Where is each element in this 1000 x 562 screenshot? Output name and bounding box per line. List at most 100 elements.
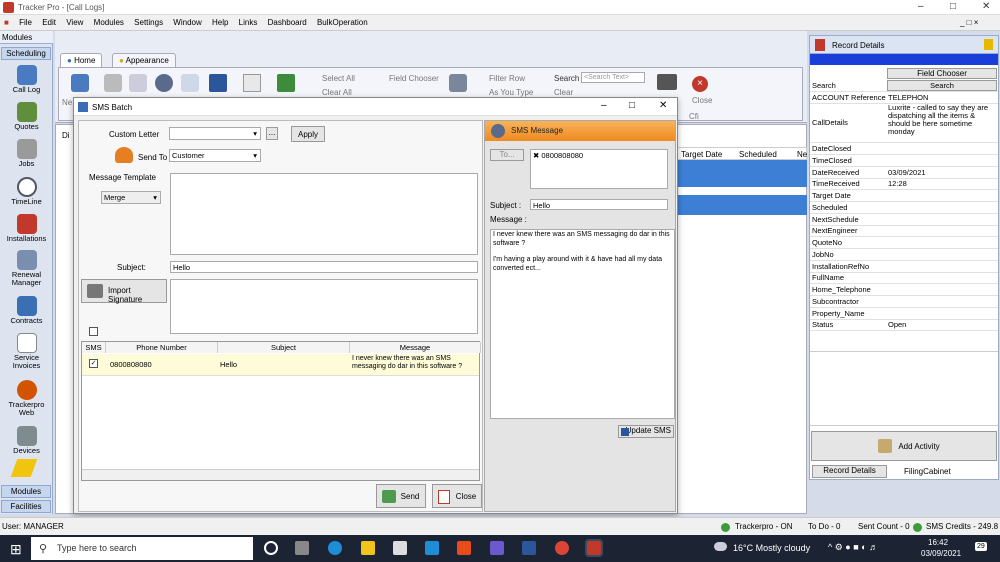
find-icon[interactable]	[104, 74, 122, 92]
modules-bottom-tab[interactable]: Modules	[1, 485, 51, 498]
browse-button[interactable]: ...	[266, 127, 278, 140]
trackerpro-taskbar-icon[interactable]	[585, 539, 603, 557]
sms-icon[interactable]	[155, 74, 173, 92]
sms-subject-input[interactable]: Hello	[530, 199, 668, 210]
module-devices[interactable]: Devices	[0, 426, 53, 455]
record-field-row[interactable]: Target Date	[810, 190, 998, 202]
module-jobs[interactable]: Jobs	[0, 139, 53, 168]
select-all-checkbox[interactable]	[89, 327, 98, 336]
record-field-row[interactable]: CallDetails Luxrite - called to say they …	[810, 103, 998, 143]
module-installations[interactable]: Installations	[0, 214, 53, 243]
sms-message-textarea[interactable]: I never knew there was an SMS messaging …	[490, 229, 675, 419]
store-icon[interactable]	[393, 541, 407, 555]
record-field-row[interactable]: InstallationRefNo	[810, 261, 998, 273]
subject-input[interactable]: Hello	[170, 261, 478, 273]
record-field-row[interactable]: NextSchedule	[810, 214, 998, 226]
menu-view[interactable]: View	[62, 15, 87, 30]
grid-selected-row[interactable]	[677, 160, 807, 187]
task-view-icon[interactable]	[264, 541, 278, 555]
minimize-button[interactable]: –	[918, 1, 924, 12]
record-field-row[interactable]: JobNo	[810, 249, 998, 261]
menu-settings[interactable]: Settings	[130, 15, 167, 30]
record-field-row[interactable]: DateClosed	[810, 143, 998, 155]
send-to-select[interactable]: Customer ▾	[169, 149, 261, 162]
col-scheduled[interactable]: Scheduled	[739, 150, 777, 159]
col-ne[interactable]: Ne	[797, 150, 807, 159]
tray-icons[interactable]: ^ ⚙ ● ■ ◐ ♬	[828, 542, 878, 553]
select-all-button[interactable]: Select All	[322, 74, 355, 83]
app-l-icon[interactable]	[425, 541, 439, 555]
custom-letter-select[interactable]: ▾	[169, 127, 261, 140]
export-icon[interactable]	[277, 74, 295, 92]
chrome-icon[interactable]	[555, 541, 569, 555]
record-field-row[interactable]: QuoteNo	[810, 237, 998, 249]
module-call-log[interactable]: Call Log	[0, 65, 53, 94]
tab-record-details[interactable]: Record Details	[812, 465, 887, 478]
close-dialog-button[interactable]: Close	[432, 484, 482, 508]
printer-icon[interactable]	[657, 74, 677, 90]
module-trackerpro-web[interactable]: Trackerpro Web	[0, 380, 53, 417]
pin-icon[interactable]	[984, 39, 993, 50]
record-field-row[interactable]: FullName	[810, 272, 998, 284]
module-service-invoices[interactable]: Service Invoices	[0, 333, 53, 370]
col-target-date[interactable]: Target Date	[681, 150, 722, 159]
clock-date[interactable]: 03/09/2021	[921, 549, 961, 558]
filter-row-button[interactable]: Filter Row	[489, 74, 525, 83]
update-sms-button[interactable]: Update SMS	[618, 425, 674, 438]
message-template-textarea[interactable]	[170, 173, 478, 255]
grid-selected-row-2[interactable]	[677, 195, 807, 215]
record-field-row[interactable]: TimeReceived 12:28	[810, 178, 998, 190]
ribbon-search-input[interactable]: <Search Text>	[581, 72, 645, 83]
record-field-row[interactable]: Home_Telephone	[810, 284, 998, 296]
module-contracts[interactable]: Contracts	[0, 296, 53, 325]
apply-button[interactable]: Apply	[291, 126, 325, 142]
record-field-row[interactable]: Status Open	[810, 319, 998, 331]
merge-select[interactable]: Merge ▾	[101, 191, 161, 204]
clear-button[interactable]: Clear	[554, 88, 573, 97]
filter-icon[interactable]	[449, 74, 467, 92]
todo-status[interactable]: To Do - 0	[808, 522, 840, 531]
clock-time[interactable]: 16:42	[928, 538, 948, 547]
menu-edit[interactable]: Edit	[38, 15, 60, 30]
weather-text[interactable]: 16°C Mostly cloudy	[733, 543, 810, 553]
dialog-close-button[interactable]: ✕	[659, 100, 667, 111]
col-message[interactable]: Message	[350, 342, 481, 353]
send-button[interactable]: Send	[376, 484, 426, 508]
word-icon[interactable]	[209, 74, 227, 92]
tab-appearance[interactable]: ● Appearance	[112, 53, 176, 67]
field-chooser-button[interactable]: Field Chooser	[389, 74, 439, 83]
module-timeline[interactable]: TimeLine	[0, 177, 53, 206]
dialog-minimize-button[interactable]: –	[601, 100, 607, 111]
panel-search-button[interactable]: Search	[887, 80, 997, 91]
record-field-row[interactable]: Scheduled	[810, 202, 998, 214]
recipient-box[interactable]: ✖ 0800808080	[530, 149, 668, 189]
clear-all-button[interactable]: Clear All	[322, 88, 352, 97]
taskbar-search[interactable]: ⚲ Type here to search	[31, 537, 253, 560]
menu-help[interactable]: Help	[208, 15, 232, 30]
to-button[interactable]: To...	[490, 149, 524, 161]
table-row[interactable]: ✓ 0800808080 Hello I never knew there wa…	[82, 354, 479, 376]
menu-file[interactable]: File	[15, 15, 36, 30]
user-icon[interactable]	[71, 74, 89, 92]
search-button[interactable]: Search	[554, 74, 579, 83]
module-renewal-manager[interactable]: Renewal Manager	[0, 250, 53, 287]
maximize-button[interactable]: □	[950, 1, 956, 12]
pencil-icon[interactable]	[10, 459, 38, 477]
menu-links[interactable]: Links	[235, 15, 262, 30]
explorer-icon[interactable]	[361, 541, 375, 555]
as-you-type-button[interactable]: As You Type	[489, 88, 533, 97]
facilities-bottom-tab[interactable]: Facilities	[1, 500, 51, 513]
email-icon[interactable]	[181, 74, 199, 92]
office-icon[interactable]	[457, 541, 471, 555]
report-icon[interactable]	[243, 74, 261, 92]
row-checkbox[interactable]: ✓	[89, 359, 98, 368]
field-chooser-panel-button[interactable]: Field Chooser	[887, 68, 997, 79]
table-hscrollbar[interactable]	[82, 469, 479, 480]
record-field-row[interactable]: DateReceived 03/09/2021	[810, 167, 998, 179]
widgets-icon[interactable]	[295, 541, 309, 555]
app-people-icon[interactable]	[490, 541, 504, 555]
signature-textarea[interactable]	[170, 279, 478, 334]
mdi-controls[interactable]: _ □ ×	[960, 18, 978, 27]
import-signature-button[interactable]: Import Signature	[81, 279, 167, 304]
record-field-row[interactable]: ACCOUNT Reference TELEPHON	[810, 92, 998, 104]
